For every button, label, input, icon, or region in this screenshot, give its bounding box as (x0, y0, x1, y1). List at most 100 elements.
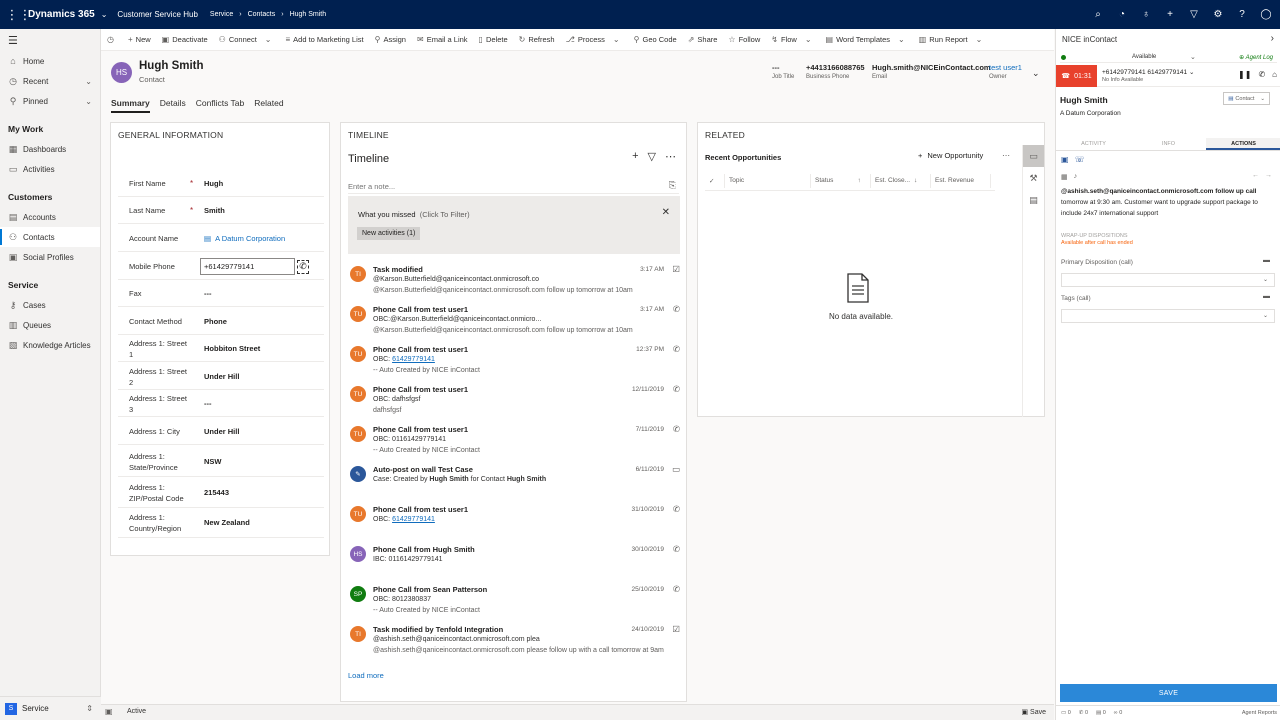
run-report-button[interactable]: ▥ Run Report ⌄ (919, 35, 986, 44)
sidebar-item-social-profiles[interactable]: ▣ Social Profiles (0, 247, 100, 267)
phone-call-icon[interactable]: ✆ (297, 259, 309, 274)
task-icon[interactable]: ◔ (1116, 9, 1128, 21)
contact-method-value[interactable]: Phone (202, 317, 227, 326)
user-icon[interactable]: ◯ (1260, 9, 1272, 21)
phone-hangup-icon[interactable]: ☎ (1061, 72, 1070, 80)
app-launcher-icon[interactable]: ⋮⋮⋮ (0, 0, 32, 29)
delete-button[interactable]: ▯ Delete (479, 35, 508, 44)
area-switcher[interactable]: S Service ⇕ (0, 696, 101, 720)
refresh-button[interactable]: ↻ Refresh (519, 35, 555, 44)
agent-status-bar[interactable]: Available ⌄ ⊕ Agent Log (1060, 53, 1277, 63)
more-icon[interactable]: ⋯ (665, 150, 676, 163)
sidebar-item-contacts[interactable]: ⚇ Contacts (0, 227, 100, 247)
more-icon[interactable]: ▬ (1263, 293, 1270, 300)
account-link[interactable]: ▤ A Datum Corporation (202, 234, 285, 243)
sidebar-item-dashboards[interactable]: ▦ Dashboards (0, 139, 100, 159)
arrow-left-icon[interactable]: ← (1252, 172, 1259, 179)
lightbulb-icon[interactable]: ♁ (1140, 9, 1152, 21)
save-icon[interactable]: ▣ (1061, 155, 1069, 164)
tab-info[interactable]: INFO (1131, 138, 1206, 150)
breadcrumb-service[interactable]: Service (210, 11, 233, 18)
tab-conflicts[interactable]: Conflicts Tab (196, 98, 245, 113)
document-icon[interactable]: ▤ (1023, 189, 1044, 211)
call-note[interactable]: @ashish.seth@qaniceincontact.onmicrosoft… (1061, 186, 1275, 219)
footer-count-calls[interactable]: ✆ 0 (1079, 710, 1088, 716)
close-icon[interactable]: ✕ (662, 207, 670, 218)
bell-icon[interactable]: ♪ (1074, 173, 1078, 181)
column-topic[interactable]: Topic (725, 173, 811, 188)
tab-related[interactable]: Related (254, 98, 283, 113)
filter-icon[interactable]: ▽ (1188, 9, 1200, 21)
agent-log-link[interactable]: ⊕ Agent Log (1239, 54, 1273, 61)
footer-count-emails[interactable]: ∞ 0 (1114, 710, 1123, 716)
column-est-revenue[interactable]: Est. Revenue (931, 173, 991, 188)
save-button[interactable]: SAVE (1060, 684, 1277, 702)
chevron-down-icon[interactable]: ⌄ (101, 10, 108, 19)
note-input[interactable] (348, 180, 679, 194)
chevron-down-icon[interactable]: ⌄ (1190, 53, 1196, 61)
city-value[interactable]: Under Hill (202, 427, 239, 436)
agent-reports-link[interactable]: Agent Reports (1242, 710, 1277, 716)
new-button[interactable]: + New (128, 35, 151, 44)
transfer-icon[interactable]: ✆ (1258, 70, 1265, 79)
primary-disposition-select[interactable]: ⌄ (1061, 273, 1275, 287)
status-save-button[interactable]: ▣ Save (1021, 708, 1046, 716)
word-templates-button[interactable]: ▤ Word Templates ⌄ (826, 35, 908, 44)
email-a-link-button[interactable]: ✉ Email a Link (417, 35, 468, 44)
chevron-down-icon[interactable]: ⌄ (976, 35, 983, 44)
pause-icon[interactable]: ❚❚ (1238, 70, 1251, 79)
app-name[interactable]: Dynamics 365 (28, 9, 95, 20)
chevron-down-icon[interactable]: ⌄ (265, 35, 272, 44)
phone-list-icon[interactable]: ☏ (1075, 155, 1085, 164)
header-expand-chevron-icon[interactable]: ⌄ (1032, 68, 1040, 79)
street1-value[interactable]: Hobbiton Street (202, 344, 260, 353)
phone-number-link[interactable]: 61429779141 (392, 516, 435, 523)
filter-icon[interactable]: ▽ (648, 150, 656, 163)
timeline-item[interactable]: TU Phone Call from test user1 OBC: 61429… (348, 343, 682, 383)
timeline-item[interactable]: TI Task modified @Karson.Butterfield@qan… (348, 263, 682, 303)
timeline-item[interactable]: SP Phone Call from Sean Patterson OBC: 8… (348, 583, 682, 623)
column-status[interactable]: Status ↑ (811, 173, 871, 188)
gear-icon[interactable]: ⚙ (1212, 9, 1224, 21)
zip-value[interactable]: 215443 (202, 488, 229, 497)
sidebar-item-knowledge-articles[interactable]: ▧ Knowledge Articles (0, 335, 100, 355)
owner-link[interactable]: test user1 (989, 63, 1022, 72)
mobile-phone-input[interactable] (200, 258, 295, 275)
geo-code-button[interactable]: ⚲ Geo Code (634, 35, 677, 44)
contact-link-button[interactable]: ▤ Contact ⌄ (1223, 92, 1270, 105)
state-value[interactable]: NSW (202, 457, 222, 466)
chevron-down-icon[interactable]: ⌄ (805, 35, 812, 44)
chevron-down-icon[interactable]: ⌄ (898, 35, 905, 44)
new-opportunity-button[interactable]: + New Opportunity (918, 151, 983, 160)
follow-button[interactable]: ☆ Follow (728, 35, 760, 44)
street3-value[interactable]: --- (202, 399, 212, 408)
first-name-value[interactable]: Hugh (202, 179, 223, 188)
app-module-name[interactable]: Customer Service Hub (117, 10, 197, 19)
timeline-item[interactable]: TU Phone Call from test user1 OBC: 61429… (348, 503, 682, 543)
history-icon[interactable]: ◷ (107, 35, 117, 44)
sidebar-item-queues[interactable]: ▥ Queues (0, 315, 100, 335)
timeline-item[interactable]: TU Phone Call from test user1 OBC: dafhs… (348, 383, 682, 423)
new-activities-button[interactable]: New activities (1) (357, 227, 421, 240)
availability-status[interactable]: Available (1132, 54, 1156, 60)
opportunity-icon[interactable]: ▭ (1023, 145, 1044, 167)
process-button[interactable]: ⎇ Process ⌄ (566, 35, 623, 44)
hamburger-menu-icon[interactable]: ☰ (0, 29, 100, 51)
wrench-icon[interactable]: ⚒ (1023, 167, 1044, 189)
timeline-item[interactable]: TI Task modified by Tenfold Integration … (348, 623, 682, 663)
connect-button[interactable]: ⚇ Connect ⌄ (219, 35, 275, 44)
column-est-close[interactable]: Est. Close... ↓ (871, 173, 931, 188)
footer-count-voicemail[interactable]: ▭ 0 (1061, 710, 1071, 716)
last-name-value[interactable]: Smith (202, 206, 225, 215)
deactivate-button[interactable]: ▣ Deactivate (162, 35, 208, 44)
assign-button[interactable]: ⚲ Assign (375, 35, 406, 44)
street2-value[interactable]: Under Hill (202, 372, 239, 381)
timeline-item[interactable]: TU Phone Call from test user1 OBC:@Karso… (348, 303, 682, 343)
tab-activity[interactable]: ACTIVITY (1056, 138, 1131, 150)
flow-button[interactable]: ↯ Flow ⌄ (771, 35, 814, 44)
chevron-down-icon[interactable]: ⌄ (613, 35, 620, 44)
arrow-right-icon[interactable]: → (1265, 172, 1272, 179)
timeline-item[interactable]: HS Phone Call from Hugh Smith IBC: 01161… (348, 543, 682, 583)
search-icon[interactable]: ⌕ (1092, 9, 1104, 21)
home-icon[interactable]: ⌂ (1272, 70, 1277, 79)
